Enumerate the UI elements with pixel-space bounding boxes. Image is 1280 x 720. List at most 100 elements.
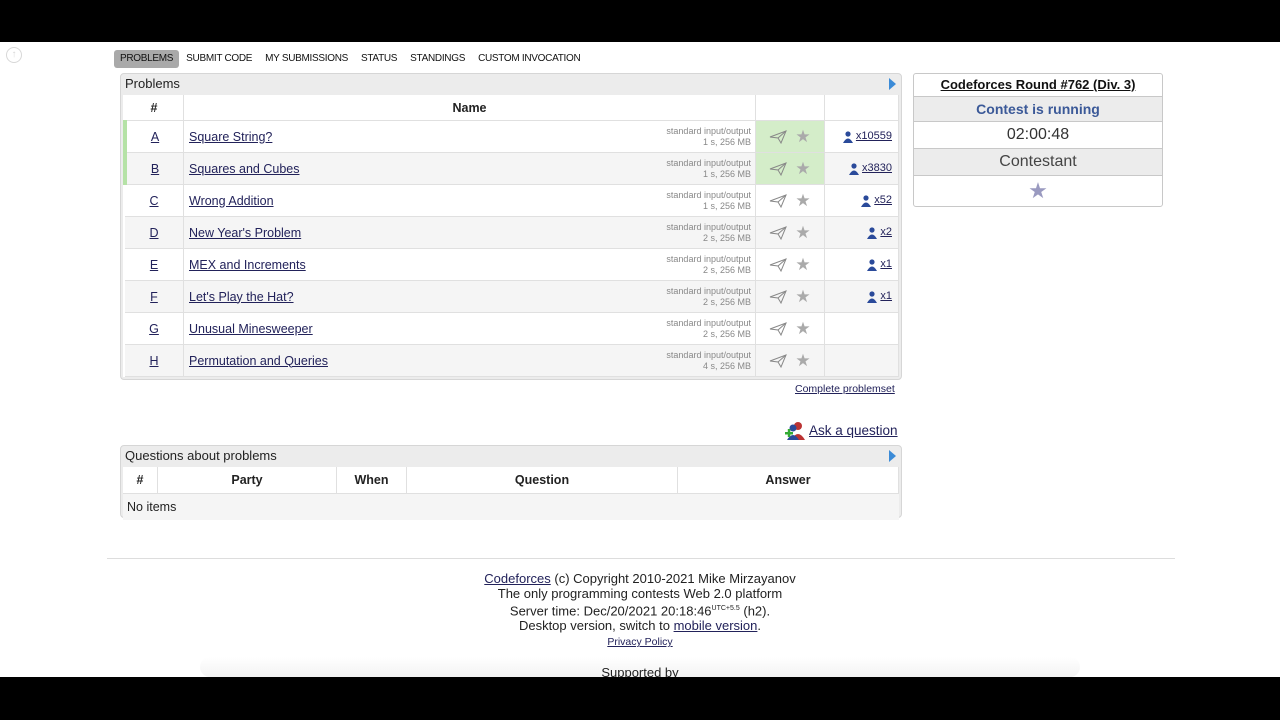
user-icon	[867, 290, 878, 303]
solved-count-link[interactable]: x10559	[856, 130, 892, 142]
problem-name-cell: Wrong Addition standard input/output 1 s, …	[183, 184, 756, 217]
problem-limits-value: 2 s, 256 MB	[702, 265, 751, 275]
favorite-star-icon[interactable]: ★	[795, 351, 810, 371]
problem-id-link[interactable]: F	[150, 290, 158, 304]
problem-io: standard input/output	[666, 222, 751, 232]
problem-id-link[interactable]: B	[151, 162, 159, 176]
contest-timer: 02:00:48	[914, 122, 1162, 149]
solved-count-cell: x1	[824, 248, 899, 281]
menu-standings[interactable]: STANDINGS	[404, 50, 471, 68]
problem-name-link[interactable]: Let's Play the Hat?	[189, 290, 294, 304]
problem-limits-value: 1 s, 256 MB	[702, 169, 751, 179]
menu-problems[interactable]: PROBLEMS	[114, 50, 180, 68]
problem-row: B Squares and Cubes standard input/output 1…	[123, 152, 899, 185]
submit-plane-icon[interactable]	[769, 353, 788, 368]
problem-name-link[interactable]: Square String?	[189, 130, 272, 144]
contest-title-link[interactable]: Codeforces Round #762 (Div. 3)	[941, 77, 1136, 92]
submit-plane-icon[interactable]	[769, 257, 788, 272]
scroll-top-icon[interactable]: ↑	[6, 47, 22, 63]
problem-io: standard input/output	[666, 350, 751, 360]
problem-limits-value: 1 s, 256 MB	[702, 201, 751, 211]
problem-id-link[interactable]: G	[149, 322, 159, 336]
problem-actions: ★	[755, 344, 825, 377]
solved-count-cell: x52	[824, 184, 899, 217]
favorite-star-icon[interactable]: ★	[795, 255, 810, 275]
ask-question-link[interactable]: Ask a question	[809, 423, 898, 438]
problem-id-cell: E	[125, 248, 184, 281]
favorite-star-icon[interactable]: ★	[795, 223, 810, 243]
submit-plane-icon[interactable]	[769, 129, 788, 144]
problem-name-link[interactable]: Unusual Minesweeper	[189, 322, 313, 336]
menu-my-submissions[interactable]: MY SUBMISSIONS	[259, 50, 354, 68]
expand-arrow-icon[interactable]	[889, 450, 896, 462]
problem-name-cell: MEX and Increments standard input/output 2…	[183, 248, 756, 281]
problem-id-link[interactable]: A	[151, 130, 159, 144]
problem-actions: ★	[755, 152, 825, 185]
menu-custom-invocation[interactable]: CUSTOM INVOCATION	[472, 50, 586, 68]
favorite-star-icon[interactable]: ★	[795, 287, 810, 307]
problem-id-link[interactable]: C	[149, 194, 158, 208]
solved-count-link[interactable]: x1	[880, 290, 892, 302]
q-header-question: Question	[406, 467, 678, 494]
complete-problemset-link[interactable]: Complete problemset	[795, 383, 895, 395]
solved-count-link[interactable]: x52	[874, 194, 892, 206]
problem-name-link[interactable]: Permutation and Queries	[189, 354, 328, 368]
favorite-star-icon[interactable]: ★	[795, 159, 810, 179]
problem-name-cell: New Year's Problem standard input/output 2…	[183, 216, 756, 249]
menu-status[interactable]: STATUS	[355, 50, 403, 68]
problem-limits: standard input/output 1 s, 256 MB	[666, 158, 751, 180]
user-icon	[867, 226, 878, 239]
problem-name-link[interactable]: Squares and Cubes	[189, 162, 300, 176]
header-id: #	[125, 95, 184, 121]
submit-plane-icon[interactable]	[769, 321, 788, 336]
ask-question: Ask a question	[784, 420, 898, 440]
problem-name-link[interactable]: Wrong Addition	[189, 194, 274, 208]
submit-plane-icon[interactable]	[769, 289, 788, 304]
solved-count-link[interactable]: x3830	[862, 162, 892, 174]
problem-id-link[interactable]: D	[149, 226, 158, 240]
problem-id-cell: C	[125, 184, 184, 217]
problem-limits-value: 1 s, 256 MB	[702, 137, 751, 147]
submit-plane-icon[interactable]	[769, 225, 788, 240]
problem-name-link[interactable]: New Year's Problem	[189, 226, 301, 240]
problem-limits: standard input/output 2 s, 256 MB	[666, 286, 751, 308]
header-solved	[824, 95, 899, 121]
problem-actions: ★	[755, 248, 825, 281]
privacy-policy-link[interactable]: Privacy Policy	[607, 636, 672, 648]
problem-actions: ★	[755, 216, 825, 249]
menu-submit-code[interactable]: SUBMIT CODE	[180, 50, 258, 68]
problem-name-link[interactable]: MEX and Increments	[189, 258, 306, 272]
problem-limits-value: 2 s, 256 MB	[702, 297, 751, 307]
footer-divider	[107, 558, 1175, 559]
problem-id-link[interactable]: H	[149, 354, 158, 368]
favorite-star-icon[interactable]: ★	[914, 176, 1162, 206]
user-icon	[861, 194, 872, 207]
problem-row: E MEX and Increments standard input/output…	[125, 248, 899, 281]
solved-count-cell: x1	[824, 280, 899, 313]
submit-plane-icon[interactable]	[769, 193, 788, 208]
contest-status: Contest is running	[914, 97, 1162, 122]
problem-limits: standard input/output 2 s, 256 MB	[666, 318, 751, 340]
problem-id-cell: H	[125, 344, 184, 377]
server-time-suffix: (h2).	[739, 603, 771, 619]
problem-row: G Unusual Minesweeper standard input/outpu…	[125, 312, 899, 345]
favorite-star-icon[interactable]: ★	[795, 191, 810, 211]
copyright-text: (c) Copyright 2010-2021 Mike Mirzayanov	[550, 571, 796, 586]
mobile-version-link[interactable]: mobile version	[674, 618, 758, 633]
problem-limits-value: 4 s, 256 MB	[702, 361, 751, 371]
expand-arrow-icon[interactable]	[889, 78, 896, 90]
problem-id-link[interactable]: E	[150, 258, 158, 272]
problem-io: standard input/output	[666, 190, 751, 200]
solved-count-link[interactable]: x1	[880, 258, 892, 270]
codeforces-link[interactable]: Codeforces	[484, 571, 550, 586]
problem-io: standard input/output	[666, 126, 751, 136]
solved-count-link[interactable]: x2	[880, 226, 892, 238]
favorite-star-icon[interactable]: ★	[795, 319, 810, 339]
favorite-star-icon[interactable]: ★	[795, 127, 810, 147]
header-actions	[755, 95, 825, 121]
problem-io: standard input/output	[666, 158, 751, 168]
problem-id-cell: G	[125, 312, 184, 345]
user-icon	[849, 162, 860, 175]
ask-question-icon[interactable]	[784, 420, 806, 440]
submit-plane-icon[interactable]	[769, 161, 788, 176]
